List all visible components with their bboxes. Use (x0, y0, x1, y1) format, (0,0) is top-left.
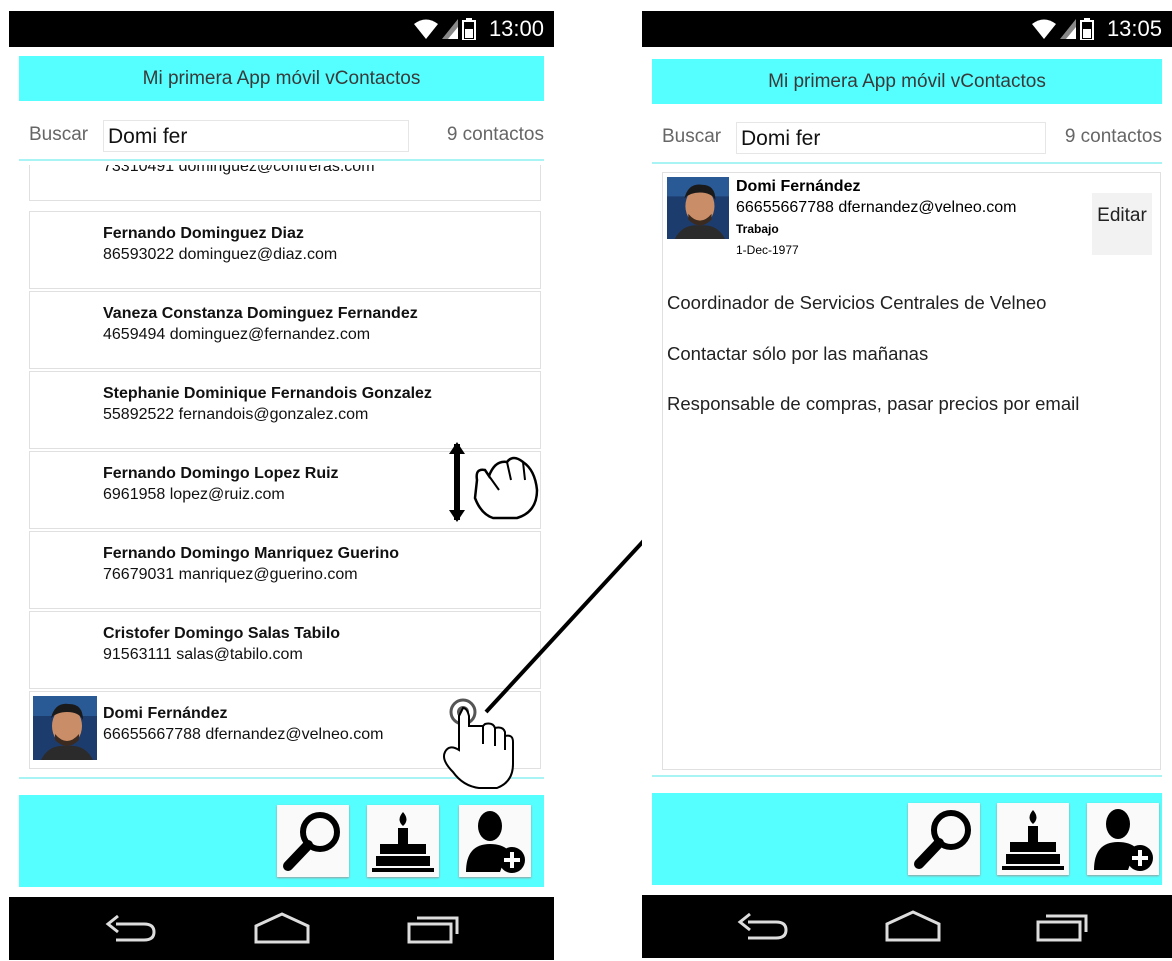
contact-name: Cristofer Domingo Salas Tabilo (103, 625, 341, 642)
divider (652, 775, 1162, 777)
contact-birthdate: 1-Dec-1977 (736, 243, 799, 257)
list-item[interactable]: Stephanie Dominique Fernandois Gonzalez … (29, 371, 541, 449)
navigation-bar (642, 895, 1172, 958)
home-icon[interactable] (252, 912, 312, 946)
avatar (667, 177, 729, 239)
contact-detail: 6961958 lopez@ruiz.com (103, 486, 285, 503)
contact-detail: 66655667788 dfernandez@velneo.com (103, 726, 384, 743)
search-icon (283, 812, 340, 871)
battery-icon (1080, 18, 1094, 40)
bottom-toolbar (652, 793, 1162, 885)
battery-icon (462, 18, 476, 40)
birthday-button[interactable] (367, 805, 439, 877)
birthday-button[interactable] (997, 803, 1069, 875)
recents-icon[interactable] (405, 912, 461, 946)
contact-note: Responsable de compras, pasar precios po… (667, 393, 1080, 414)
status-bar: 13:05 (642, 11, 1172, 47)
add-contact-icon (466, 811, 525, 873)
edit-button[interactable]: Editar (1092, 193, 1152, 255)
signal-icon (1060, 19, 1076, 39)
back-icon[interactable] (104, 912, 160, 946)
search-row: Buscar Domi fer 9 contactos (19, 116, 544, 156)
wifi-icon (1032, 19, 1056, 39)
search-label: Buscar (29, 124, 89, 145)
search-button[interactable] (908, 803, 980, 875)
add-contact-icon (1094, 809, 1153, 871)
bottom-toolbar (19, 795, 544, 887)
list-item[interactable]: Vaneza Constanza Dominguez Fernandez 465… (29, 291, 541, 369)
contact-detail: 73310491 dominguez@contreras.com (103, 165, 375, 175)
contact-count: 9 contactos (1064, 126, 1162, 147)
contact-note: Contactar sólo por las mañanas (667, 343, 929, 364)
contact-detail: 4659494 dominguez@fernandez.com (103, 326, 371, 343)
list-item[interactable]: Cristofer Domingo Salas Tabilo 91563111 … (29, 611, 541, 689)
list-item[interactable]: Fernando Domingo Manriquez Guerino 76679… (29, 531, 541, 609)
birthday-cake-icon (1002, 810, 1064, 870)
contact-detail-card: Domi Fernández 66655667788 dfernandez@ve… (662, 172, 1161, 770)
search-row: Buscar Domi fer 9 contactos (652, 118, 1162, 158)
search-label: Buscar (662, 126, 722, 147)
search-input[interactable]: Domi fer (736, 122, 1046, 154)
app-title: Mi primera App móvil vContactos (652, 59, 1162, 104)
navigation-bar (9, 897, 554, 960)
contact-name: Vaneza Constanza Dominguez Fernandez (103, 305, 418, 322)
add-contact-button[interactable] (1087, 803, 1159, 875)
contact-name: Domi Fernández (736, 178, 861, 195)
contact-detail: 86593022 dominguez@diaz.com (103, 246, 338, 263)
divider (652, 162, 1162, 164)
avatar (33, 696, 97, 760)
divider (19, 159, 544, 161)
contact-detail: 76679031 manriquez@guerino.com (103, 566, 358, 583)
list-item[interactable]: 73310491 dominguez@contreras.com (29, 165, 541, 201)
contact-name: Fernando Domingo Manriquez Guerino (103, 545, 399, 562)
birthday-cake-icon (372, 812, 434, 872)
phone-screen-contacts-list: 13:00 Mi primera App móvil vContactos Bu… (9, 0, 554, 961)
status-time: 13:00 (488, 16, 544, 41)
search-icon (914, 810, 971, 869)
contact-note: Coordinador de Servicios Centrales de Ve… (667, 292, 1047, 313)
phone-screen-contact-detail: 13:05 Mi primera App móvil vContactos Bu… (642, 0, 1172, 961)
search-button[interactable] (277, 805, 349, 877)
wifi-icon (414, 19, 438, 39)
contact-name: Fernando Dominguez Diaz (103, 225, 304, 242)
list-item[interactable]: Fernando Dominguez Diaz 86593022 domingu… (29, 211, 541, 289)
contact-name: Fernando Domingo Lopez Ruiz (103, 465, 339, 482)
contact-tag: Trabajo (736, 222, 779, 236)
status-time: 13:05 (1106, 16, 1162, 41)
contact-name: Stephanie Dominique Fernandois Gonzalez (103, 385, 432, 402)
contact-detail: 55892522 fernandois@gonzalez.com (103, 406, 369, 423)
contact-count: 9 contactos (446, 124, 544, 145)
contact-detail: 91563111 salas@tabilo.com (103, 646, 303, 663)
app-title: Mi primera App móvil vContactos (19, 56, 544, 101)
add-contact-button[interactable] (459, 805, 531, 877)
signal-icon (442, 19, 458, 39)
recents-icon[interactable] (1034, 910, 1090, 944)
contact-name: Domi Fernández (103, 705, 228, 722)
back-icon[interactable] (736, 910, 792, 944)
status-bar: 13:00 (9, 11, 554, 47)
home-icon[interactable] (883, 910, 943, 944)
contact-phone-email: 66655667788 dfernandez@velneo.com (736, 199, 1017, 216)
search-input[interactable]: Domi fer (103, 120, 409, 152)
